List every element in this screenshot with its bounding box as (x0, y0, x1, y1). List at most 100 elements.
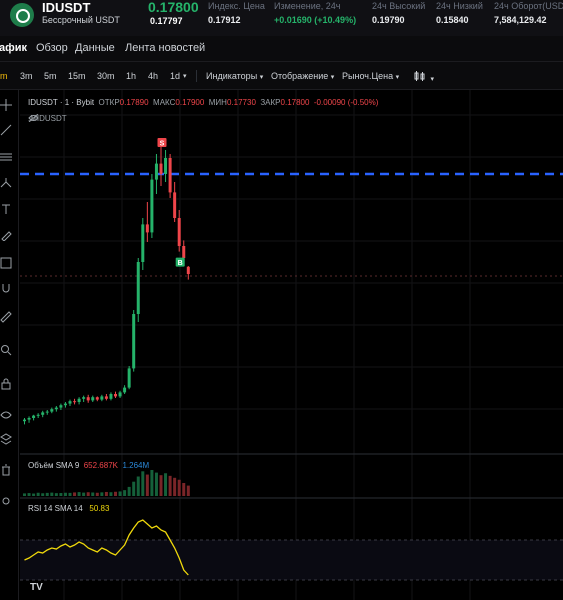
chart-area[interactable]: SB IDUSDT · 1 · Bybit ОТКР0.17890 МАКС0.… (20, 90, 563, 600)
volume-bar (41, 493, 45, 496)
volume-bar (177, 479, 181, 496)
chevron-down-icon: ▾ (395, 74, 400, 81)
volume-legend: Объём SMA 9 652.687K 1.264M (28, 461, 150, 470)
chart-toolbar: m 3m 5m 15m 30m 1h 4h 1d ▾ Индикаторы ▾ … (0, 62, 563, 90)
candle-body (91, 397, 95, 401)
pattern-icon[interactable] (0, 256, 12, 269)
market-price-menu[interactable]: Рыноч.Цена ▾ (342, 71, 399, 81)
trash-icon[interactable] (0, 463, 12, 476)
volume-bar (118, 491, 122, 496)
candle-body (36, 414, 40, 416)
volume-bar (173, 477, 177, 496)
interval-15m[interactable]: 15m (68, 71, 86, 81)
tab-chart[interactable]: афик (0, 42, 27, 54)
zoom-icon[interactable] (0, 343, 12, 356)
volume-bar (182, 483, 186, 496)
ruler-icon[interactable] (0, 310, 12, 323)
interval-1d[interactable]: 1d (170, 71, 180, 81)
rsi-legend: RSI 14 SMA 14 50.83 (28, 504, 110, 513)
volume-bar (154, 472, 158, 496)
candle-body (141, 224, 145, 262)
volume-bar (159, 475, 163, 496)
chevron-down-icon: ▾ (330, 74, 335, 81)
mark-series-legend[interactable]: .MIDUSDT (28, 114, 71, 123)
volume-bar (100, 492, 104, 496)
volume-bar (95, 492, 99, 496)
volume-bar (114, 491, 117, 496)
tab-overview[interactable]: Обзор (36, 42, 68, 54)
ohlc-legend: IDUSDT · 1 · Bybit ОТКР0.17890 МАКС0.179… (28, 98, 379, 107)
candle-body (186, 266, 190, 274)
candle-body (159, 163, 163, 174)
stat-high-24h: 24ч Высокий 0.19790 (372, 1, 426, 25)
interval-1h[interactable]: 1h (126, 71, 136, 81)
candle-body (109, 394, 113, 399)
candle-body (164, 158, 168, 174)
candle-body (32, 415, 36, 418)
mark-price: 0.17797 (150, 16, 183, 26)
candle-body (100, 396, 104, 400)
candle-body (127, 368, 131, 388)
fork-icon[interactable] (0, 176, 12, 188)
rsi-value: 50.83 (89, 504, 110, 513)
volume-bar (136, 476, 140, 496)
candle-body (41, 412, 45, 415)
chevron-down-icon: ▾ (430, 76, 435, 83)
interval-dropdown-caret-icon[interactable]: ▾ (183, 72, 187, 80)
stat-low-24h: 24ч Низкий 0.15840 (436, 1, 483, 25)
volume-bar (86, 492, 90, 496)
brush-icon[interactable] (0, 228, 12, 242)
trade-marker-label: B (178, 260, 183, 267)
volume-bar (150, 470, 154, 496)
trendline-icon[interactable] (0, 123, 12, 136)
volume-sma-value: 1.264M (122, 461, 150, 470)
indicators-menu[interactable]: Индикаторы ▾ (206, 71, 263, 81)
volume-bar (50, 492, 54, 496)
last-price: 0.17800 (148, 0, 199, 15)
volume-bar (59, 493, 63, 496)
interval-3m[interactable]: 3m (20, 71, 33, 81)
volume-value: 652.687K (83, 461, 118, 470)
ohlc-low: 0.17730 (226, 98, 256, 107)
candles-icon (414, 71, 425, 81)
layers-icon[interactable] (0, 432, 12, 445)
interval-30m[interactable]: 30m (97, 71, 115, 81)
crosshair-icon[interactable] (0, 98, 12, 111)
lock-icon[interactable] (0, 377, 12, 390)
candle-body (45, 411, 49, 413)
interval-4h[interactable]: 4h (148, 71, 158, 81)
interval-5m[interactable]: 5m (44, 71, 57, 81)
tab-data[interactable]: Данные (75, 42, 115, 54)
volume-bar (73, 492, 77, 496)
volume-bar (104, 491, 108, 496)
chart-canvas[interactable]: SB (20, 90, 563, 600)
volume-bar (164, 473, 168, 496)
candle-body (177, 218, 181, 246)
volume-bar (141, 471, 145, 496)
symbol-name[interactable]: IDUSDT (42, 0, 90, 15)
chart-type-menu[interactable]: ▾ (414, 71, 434, 83)
ticker-header: IDUSDT Бессрочный USDT 0.17800 0.17797 И… (0, 0, 563, 36)
candle-body (82, 397, 86, 399)
ohlc-high: 0.17900 (175, 98, 205, 107)
interval-1m[interactable]: m (0, 71, 8, 81)
display-menu[interactable]: Отображение ▾ (271, 71, 334, 81)
candle-body (59, 405, 63, 408)
tool-settings-icon[interactable] (0, 494, 12, 506)
tab-news-feed[interactable]: Лента новостей (125, 42, 205, 54)
volume-bar (77, 492, 81, 496)
volume-bar (45, 492, 49, 496)
volume-bar (109, 492, 113, 496)
drawing-toolbar (0, 90, 19, 600)
magnet-icon[interactable] (0, 281, 12, 293)
horizontal-lines-icon[interactable] (0, 150, 12, 162)
view-tabs: афик Обзор Данные Лента новостей (0, 36, 563, 62)
candle-body (95, 397, 99, 400)
eye-icon[interactable] (0, 408, 12, 420)
text-tool-icon[interactable] (0, 202, 12, 214)
candle-body (132, 314, 136, 369)
ohlc-change: -0.00090 (-0.50%) (313, 98, 379, 107)
contract-type: Бессрочный USDT (42, 15, 120, 25)
volume-bar (82, 492, 86, 496)
candle-body (182, 246, 186, 258)
